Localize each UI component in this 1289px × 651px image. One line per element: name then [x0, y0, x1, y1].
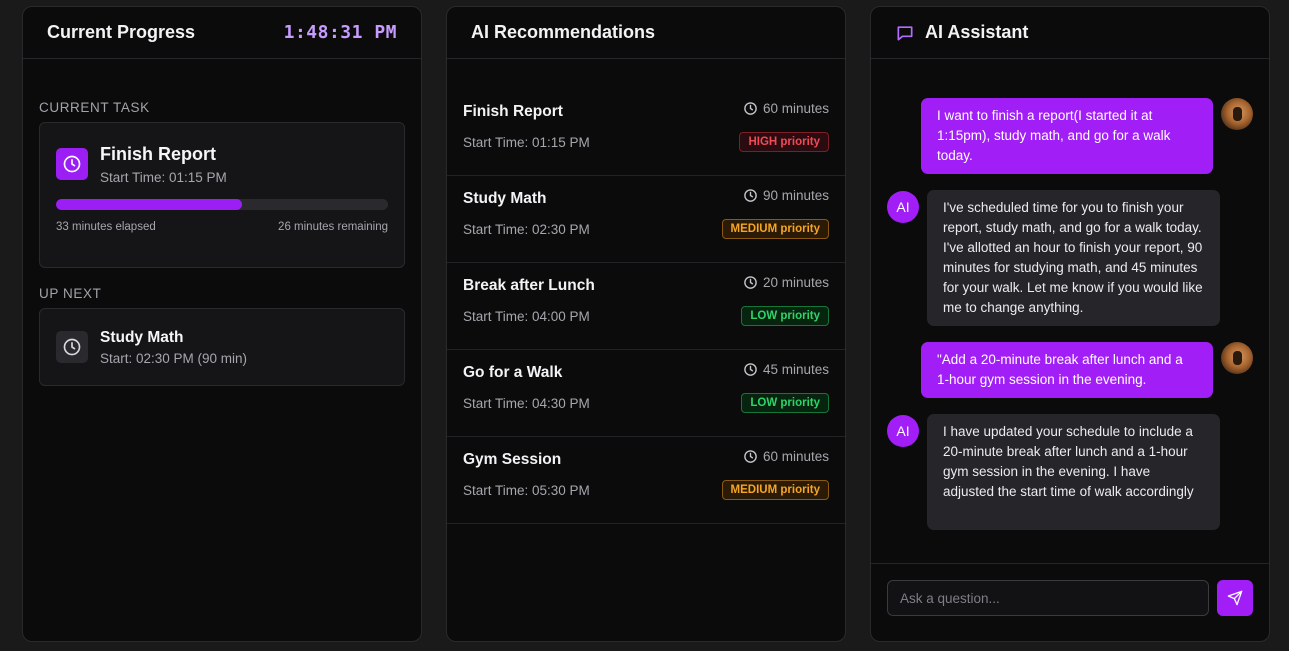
chat-input-bar: [871, 563, 1269, 641]
priority-badge: HIGH priority: [739, 132, 829, 152]
recommendation-duration: 90 minutes: [743, 188, 829, 203]
panel-title: AI Recommendations: [471, 22, 656, 42]
current-task-start: Start Time: 01:15 PM: [100, 170, 227, 185]
recommendation-name: Study Math: [463, 190, 547, 207]
user-message: "Add a 20-minute break after lunch and a…: [921, 342, 1213, 398]
recommendation-duration: 60 minutes: [743, 101, 829, 116]
duration-text: 60 minutes: [762, 449, 829, 464]
clock-icon: [743, 188, 758, 203]
duration-text: 45 minutes: [762, 362, 829, 377]
chat-icon: [895, 23, 915, 43]
up-next-start: Start: 02:30 PM (90 min): [100, 351, 248, 366]
send-icon: [1227, 590, 1243, 606]
ai-avatar: AI: [887, 191, 919, 223]
recommendation-name: Go for a Walk: [463, 364, 563, 381]
clock-icon: [743, 275, 758, 290]
recommendation-item[interactable]: Finish Report Start Time: 01:15 PM 60 minu…: [447, 89, 845, 176]
duration-text: 90 minutes: [762, 188, 829, 203]
ai-recommendations-panel: AI Recommendations Finish Report Start Ti…: [446, 6, 846, 642]
recommendation-start: Start Time: 04:00 PM: [463, 309, 590, 324]
ai-avatar: AI: [887, 415, 919, 447]
up-next-name: Study Math: [100, 329, 184, 346]
ai-message: I have updated your schedule to include …: [927, 414, 1220, 530]
clock-icon: [743, 101, 758, 116]
recommendation-start: Start Time: 01:15 PM: [463, 135, 590, 150]
current-task-label: CURRENT TASK: [39, 100, 150, 115]
current-progress-panel: Current Progress 1:48:31 PM CURRENT TASK…: [22, 6, 422, 642]
clock-icon: [743, 362, 758, 377]
recommendation-start: Start Time: 04:30 PM: [463, 396, 590, 411]
recommendation-item[interactable]: Study Math Start Time: 02:30 PM 90 minutes…: [447, 176, 845, 263]
clock-icon: [56, 148, 88, 180]
clock: 1:48:31 PM: [283, 22, 397, 43]
question-input[interactable]: [887, 580, 1209, 616]
user-message: I want to finish a report(I started it a…: [921, 98, 1213, 174]
up-next-card[interactable]: Study Math Start: 02:30 PM (90 min): [39, 308, 405, 386]
priority-badge: LOW priority: [741, 306, 829, 326]
recommendation-item[interactable]: Gym Session Start Time: 05:30 PM 60 minute…: [447, 437, 845, 524]
recommendation-item[interactable]: Go for a Walk Start Time: 04:30 PM 45 minu…: [447, 350, 845, 437]
assistant-header: AI Assistant: [871, 7, 1269, 59]
recommendation-duration: 20 minutes: [743, 275, 829, 290]
task-progress-bar: [56, 199, 388, 210]
current-progress-header: Current Progress 1:48:31 PM: [23, 7, 421, 59]
current-task-name: Finish Report: [100, 144, 216, 164]
recommendation-name: Break after Lunch: [463, 277, 595, 294]
priority-badge: MEDIUM priority: [721, 480, 829, 500]
up-next-label: UP NEXT: [39, 286, 102, 301]
user-avatar: [1221, 98, 1253, 130]
duration-text: 60 minutes: [762, 101, 829, 116]
clock-icon: [743, 449, 758, 464]
send-button[interactable]: [1217, 580, 1253, 616]
duration-text: 20 minutes: [762, 275, 829, 290]
remaining-text: 26 minutes remaining: [278, 221, 388, 233]
recommendation-item[interactable]: Break after Lunch Start Time: 04:00 PM 20 …: [447, 263, 845, 350]
recommendation-name: Gym Session: [463, 451, 562, 468]
panel-title: AI Assistant: [925, 22, 1029, 42]
priority-badge: LOW priority: [741, 393, 829, 413]
panel-title: Current Progress: [47, 22, 196, 42]
recommendation-name: Finish Report: [463, 103, 563, 120]
task-progress-fill: [56, 199, 242, 210]
priority-badge: MEDIUM priority: [721, 219, 829, 239]
recommendation-duration: 60 minutes: [743, 449, 829, 464]
elapsed-text: 33 minutes elapsed: [56, 221, 156, 233]
ai-assistant-panel: AI Assistant I want to finish a report(I…: [870, 6, 1270, 642]
user-avatar: [1221, 342, 1253, 374]
recommendation-list: Finish Report Start Time: 01:15 PM 60 minu…: [447, 89, 845, 524]
recommendation-start: Start Time: 05:30 PM: [463, 483, 590, 498]
recommendation-start: Start Time: 02:30 PM: [463, 222, 590, 237]
clock-icon: [56, 331, 88, 363]
ai-message: I've scheduled time for you to finish yo…: [927, 190, 1220, 326]
recommendations-header: AI Recommendations: [447, 7, 845, 59]
current-task-card[interactable]: Finish Report Start Time: 01:15 PM 33 mi…: [39, 122, 405, 268]
recommendation-duration: 45 minutes: [743, 362, 829, 377]
